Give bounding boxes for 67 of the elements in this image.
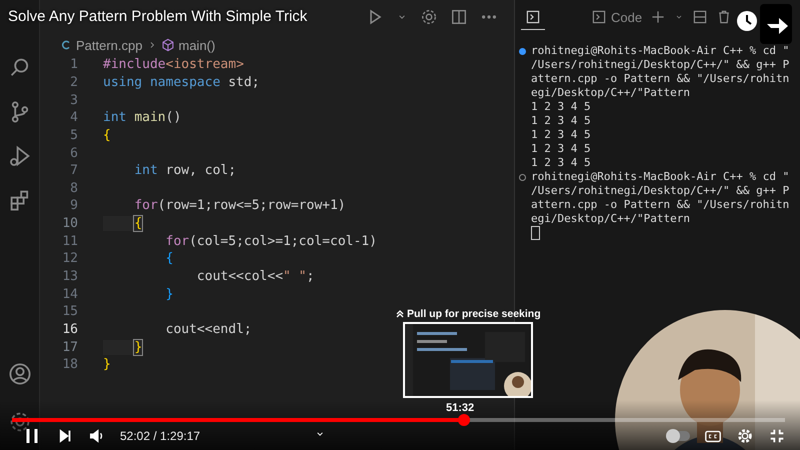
code-line: cout<<endl;	[164, 322, 252, 337]
code-line: }	[103, 357, 111, 372]
breadcrumb-symbol[interactable]: main()	[178, 38, 216, 52]
line-number: 14	[61, 286, 79, 302]
line-number: 10	[61, 216, 79, 232]
code-line: }	[164, 286, 174, 302]
terminal-line: rohitnegi@Rohits-MacBook-Air C++ % cd "	[531, 170, 790, 184]
cpp-file-icon	[60, 39, 72, 51]
terminal-line: 1 2 3 4 5	[531, 156, 591, 170]
code-line: {	[103, 128, 111, 143]
code-line: using namespace std;	[103, 74, 260, 90]
terminal-line: /Users/rohitnegi/Desktop/C++/" && g++ P	[531, 58, 790, 72]
terminal-icon[interactable]	[591, 9, 607, 25]
split-editor-icon[interactable]	[450, 8, 468, 26]
seek-time: 51:32	[446, 402, 474, 414]
code-line: int main()	[103, 110, 182, 126]
video-title[interactable]: Solve Any Pattern Problem With Simple Trick	[8, 8, 308, 25]
terminal-line: rohitnegi@Rohits-MacBook-Air C++ % cd "	[531, 44, 790, 58]
terminal-line: 1 2 3 4 5	[531, 100, 591, 114]
share-button[interactable]	[760, 4, 792, 44]
settings-icon[interactable]	[736, 427, 754, 445]
line-number: 3	[69, 92, 79, 108]
terminal-line: 1 2 3 4 5	[531, 128, 591, 142]
code-line: for(row=1;row<=5;row=row+1)	[133, 198, 346, 214]
line-number: 4	[69, 110, 79, 126]
code-line: #include<iostream>	[103, 57, 244, 72]
line-number: 18	[61, 357, 79, 372]
plus-icon[interactable]	[650, 9, 666, 25]
terminal-icon[interactable]	[525, 8, 541, 24]
code-line: for(col=5;col>=1;col=col-1)	[164, 234, 377, 249]
line-number: 12	[61, 251, 79, 266]
line-number: 8	[69, 180, 79, 196]
seek-hint: Pull up for precise seeking	[407, 308, 541, 320]
split-terminal-icon[interactable]	[692, 9, 708, 25]
code-line: cout<<col<<" ";	[196, 269, 314, 284]
line-number: 6	[69, 146, 79, 161]
line-number: 15	[61, 304, 79, 320]
terminal-line: attern.cpp -o Pattern && "/Users/rohitn	[531, 72, 790, 86]
terminal-line: /Users/rohitnegi/Desktop/C++/" && g++ P	[531, 184, 790, 198]
terminal-cursor	[531, 226, 540, 240]
account-icon[interactable]	[8, 362, 32, 386]
line-number: 2	[69, 74, 79, 90]
clock-icon[interactable]	[736, 10, 758, 32]
code-line: {	[164, 251, 174, 266]
line-number: 13	[61, 269, 79, 284]
time-display: 52:02 / 1:29:17	[120, 429, 200, 443]
line-number: 11	[61, 234, 79, 249]
chevron-up-icon	[396, 310, 404, 318]
terminal-line: attern.cpp -o Pattern && "/Users/rohitn	[531, 198, 790, 212]
exit-fullscreen-icon[interactable]	[768, 427, 786, 445]
run-debug-icon[interactable]	[8, 144, 32, 168]
terminal-line: 1 2 3 4 5	[531, 114, 591, 128]
line-number: 16	[61, 322, 79, 337]
cube-icon	[160, 38, 174, 52]
line-number: 7	[69, 163, 79, 178]
terminal-line: egi/Desktop/C++/"Pattern	[531, 86, 690, 100]
terminal-profile[interactable]: Code	[611, 10, 642, 24]
terminal-line: 1 2 3 4 5	[531, 142, 591, 156]
settings-icon[interactable]	[8, 410, 32, 434]
terminal-line: egi/Desktop/C++/"Pattern	[531, 212, 690, 226]
line-number: 17	[61, 340, 79, 355]
line-number: 9	[69, 198, 79, 214]
breadcrumb-file[interactable]: Pattern.cpp	[76, 38, 142, 52]
line-number: 5	[69, 128, 79, 143]
line-number: 1	[69, 57, 79, 72]
code-line: int row, col;	[133, 163, 236, 178]
autoplay-toggle[interactable]	[668, 431, 690, 441]
